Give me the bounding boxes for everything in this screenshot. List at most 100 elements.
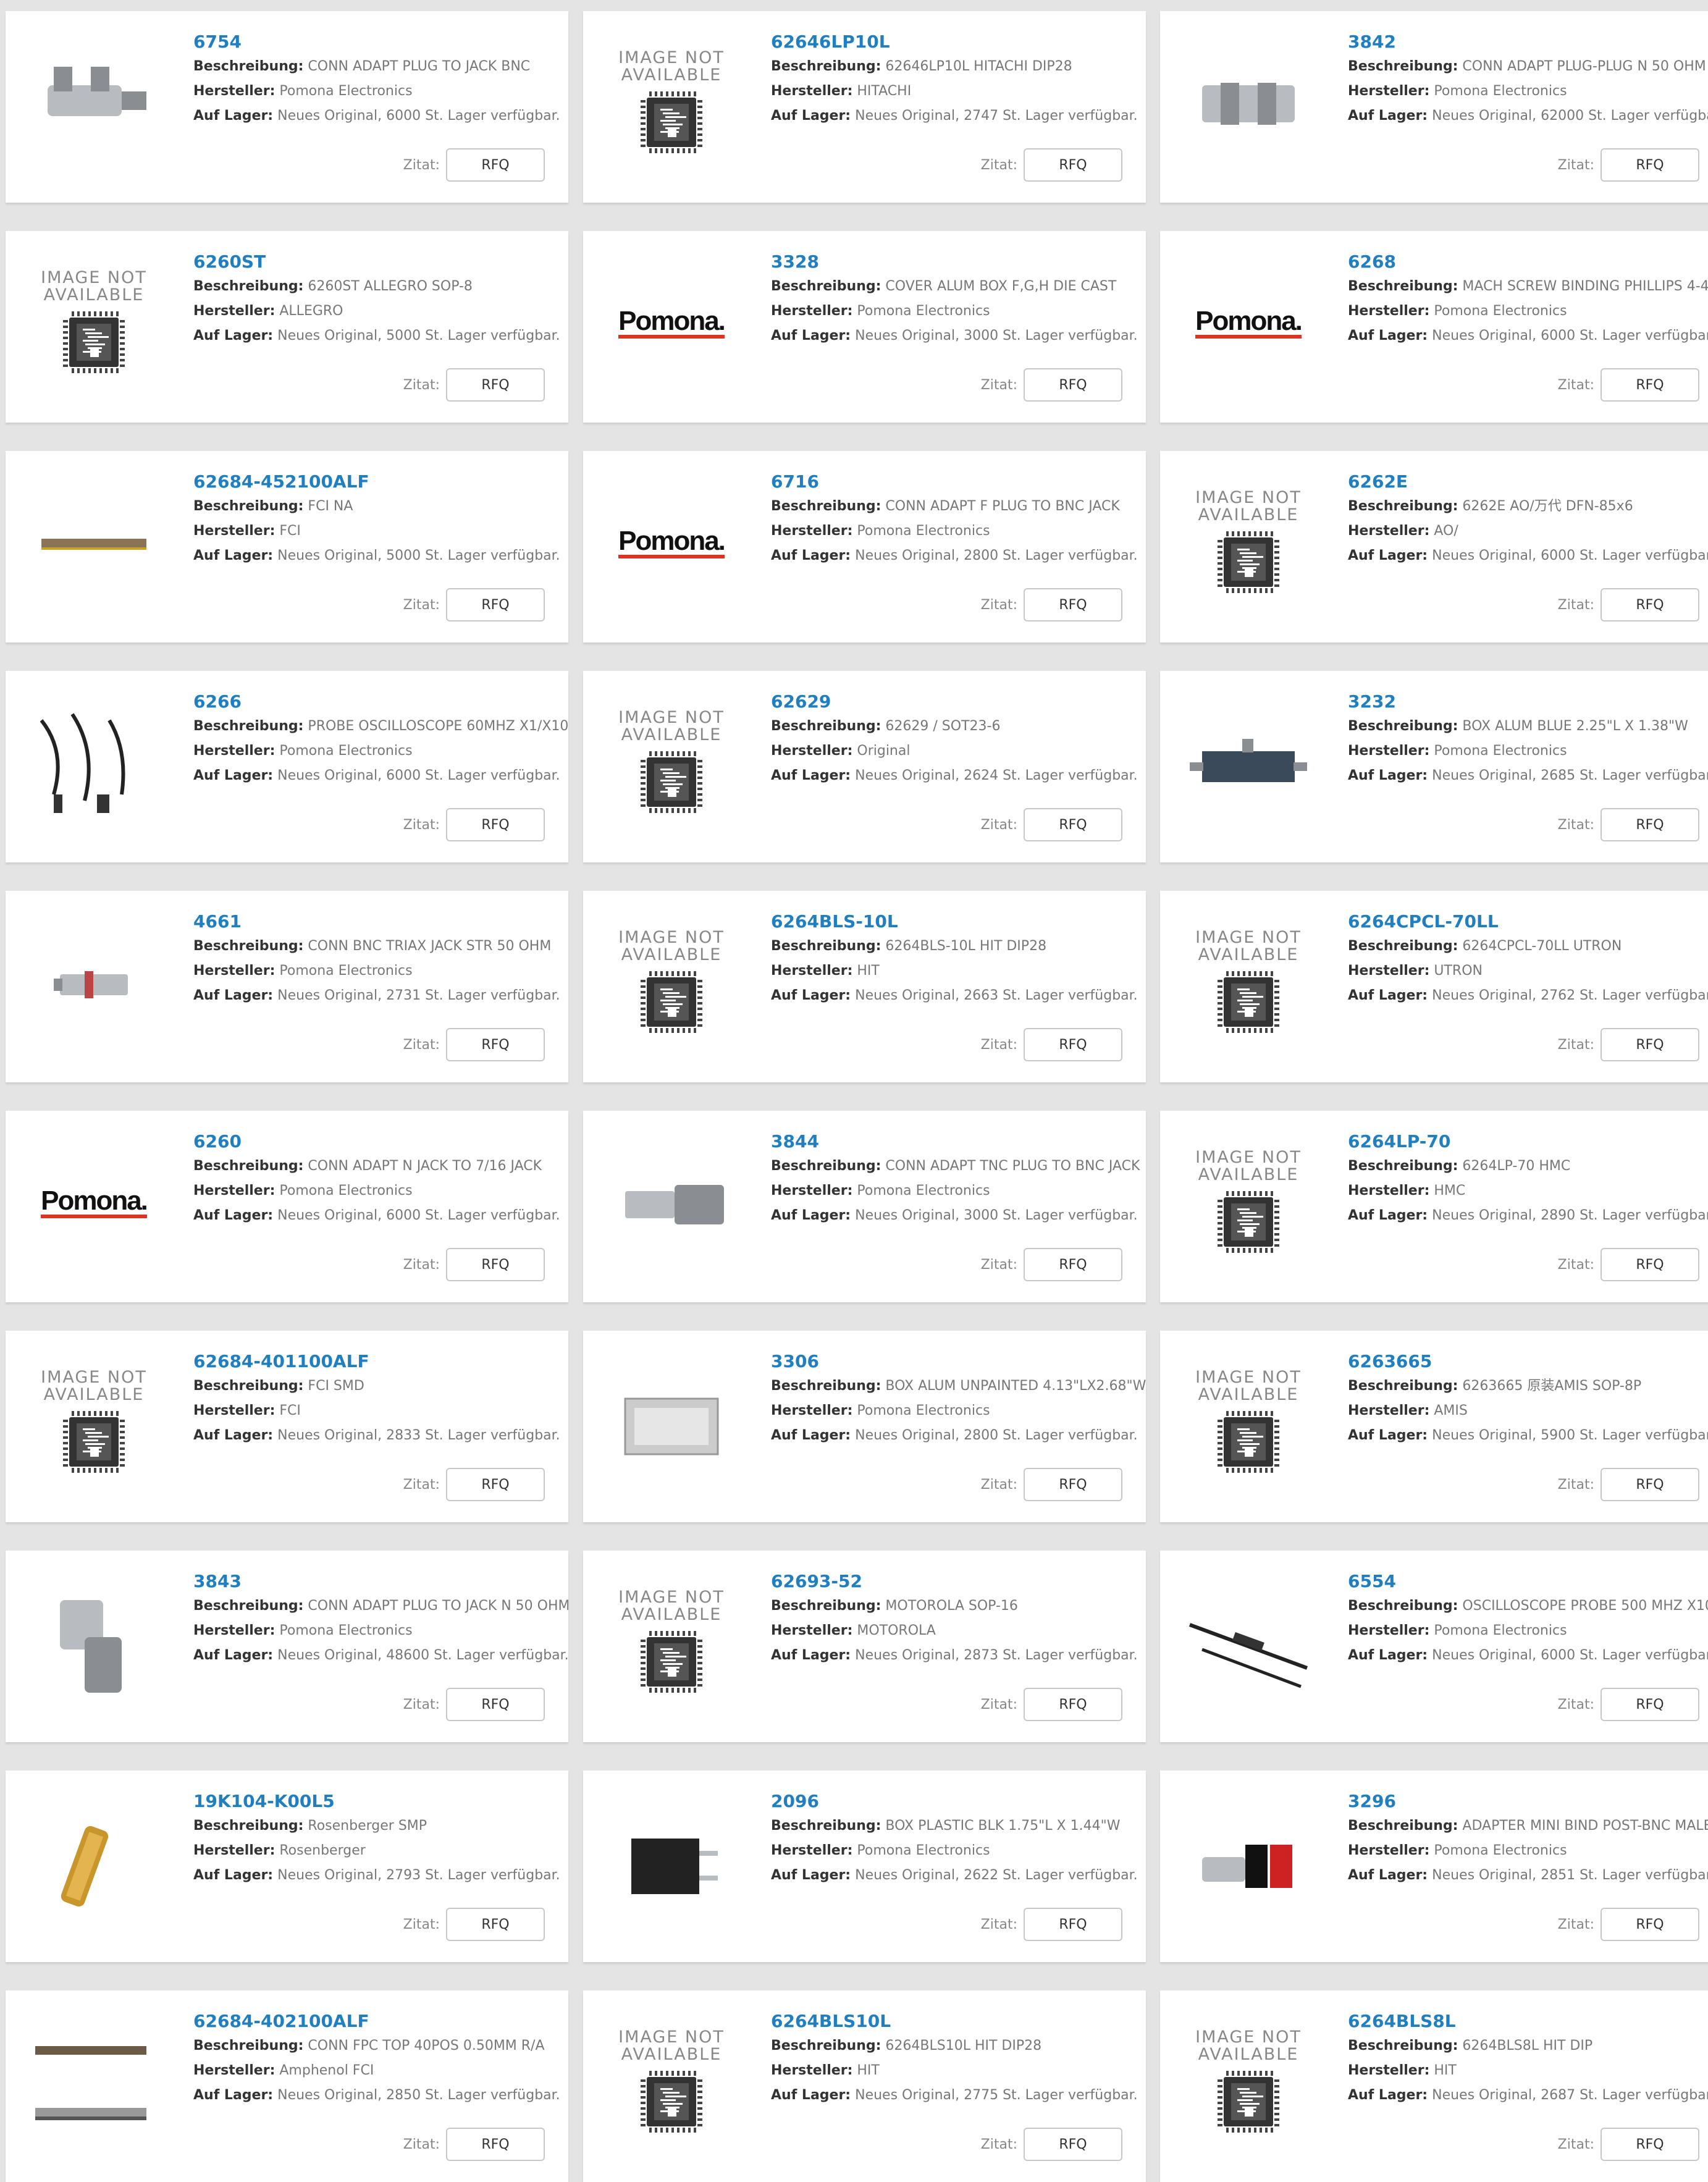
part-number-link[interactable]: 6264BLS10L bbox=[771, 2009, 1146, 2034]
part-number-link[interactable]: 3328 bbox=[771, 250, 1146, 274]
part-number-link[interactable]: 2096 bbox=[771, 1789, 1146, 1814]
part-number-link[interactable]: 6266 bbox=[193, 689, 568, 714]
part-number-link[interactable]: 6264BLS-10L bbox=[771, 909, 1146, 934]
rfq-button[interactable]: RFQ bbox=[1601, 1248, 1699, 1281]
part-number-link[interactable]: 6262E bbox=[1348, 470, 1708, 494]
product-image[interactable] bbox=[1184, 42, 1313, 166]
product-image[interactable]: Pomona. bbox=[29, 1142, 159, 1265]
part-number-link[interactable]: 6264BLS8L bbox=[1348, 2009, 1708, 2034]
rfq-button[interactable]: RFQ bbox=[1024, 368, 1122, 402]
part-number-link[interactable]: 3306 bbox=[771, 1349, 1146, 1374]
part-number-link[interactable]: 6554 bbox=[1348, 1569, 1708, 1594]
part-number-link[interactable]: 6260ST bbox=[193, 250, 568, 274]
rfq-button[interactable]: RFQ bbox=[446, 2128, 545, 2161]
part-number-link[interactable]: 3843 bbox=[193, 1569, 568, 1594]
product-image[interactable]: IMAGE NOT AVAILABLE bbox=[1184, 2021, 1313, 2145]
product-image[interactable] bbox=[1184, 1582, 1313, 1705]
rfq-button[interactable]: RFQ bbox=[1601, 1908, 1699, 1941]
rfq-button[interactable]: RFQ bbox=[1024, 588, 1122, 621]
part-number-link[interactable]: 6260 bbox=[193, 1129, 568, 1154]
part-number-link[interactable]: 62684-402100ALF bbox=[193, 2009, 568, 2034]
product-image[interactable]: IMAGE NOT AVAILABLE bbox=[1184, 1142, 1313, 1265]
rfq-button[interactable]: RFQ bbox=[1601, 588, 1699, 621]
part-number-link[interactable]: 62693-52 bbox=[771, 1569, 1146, 1594]
part-number-link[interactable]: 62629 bbox=[771, 689, 1146, 714]
rfq-button[interactable]: RFQ bbox=[446, 808, 545, 841]
part-number-link[interactable]: 6263665 bbox=[1348, 1349, 1708, 1374]
rfq-button[interactable]: RFQ bbox=[1601, 368, 1699, 402]
part-number-link[interactable]: 3296 bbox=[1348, 1789, 1708, 1814]
rfq-button[interactable]: RFQ bbox=[1601, 1688, 1699, 1721]
product-image[interactable] bbox=[607, 1142, 736, 1265]
product-image[interactable] bbox=[29, 922, 159, 1045]
rfq-button[interactable]: RFQ bbox=[1024, 1028, 1122, 1061]
rfq-button[interactable]: RFQ bbox=[446, 148, 545, 182]
product-image[interactable]: IMAGE NOT AVAILABLE bbox=[29, 1362, 159, 1485]
product-image[interactable]: IMAGE NOT AVAILABLE bbox=[607, 1582, 736, 1705]
rfq-button[interactable]: RFQ bbox=[1024, 1468, 1122, 1501]
product-image[interactable] bbox=[29, 1582, 159, 1705]
product-image[interactable]: IMAGE NOT AVAILABLE bbox=[607, 42, 736, 166]
rfq-button[interactable]: RFQ bbox=[1024, 2128, 1122, 2161]
rfq-button[interactable]: RFQ bbox=[446, 1028, 545, 1061]
rfq-button[interactable]: RFQ bbox=[1024, 1688, 1122, 1721]
stock-value: Neues Original, 2851 St. Lager verfügbar… bbox=[1432, 1868, 1708, 1883]
product-image[interactable]: IMAGE NOT AVAILABLE bbox=[1184, 482, 1313, 605]
part-number-link[interactable]: 4661 bbox=[193, 909, 568, 934]
product-image[interactable] bbox=[29, 702, 159, 825]
rfq-button[interactable]: RFQ bbox=[1601, 2128, 1699, 2161]
rfq-button[interactable]: RFQ bbox=[1024, 808, 1122, 841]
description-row: Beschreibung: 6264LP-70 HMC bbox=[1348, 1154, 1708, 1179]
rfq-button[interactable]: RFQ bbox=[1024, 1908, 1122, 1941]
product-image[interactable]: Pomona. bbox=[1184, 262, 1313, 385]
product-image[interactable] bbox=[607, 1801, 736, 1925]
product-image[interactable] bbox=[607, 1362, 736, 1485]
part-number-link[interactable]: 6264LP-70 bbox=[1348, 1129, 1708, 1154]
product-image[interactable]: IMAGE NOT AVAILABLE bbox=[29, 262, 159, 385]
part-number-link[interactable]: 62684-401100ALF bbox=[193, 1349, 568, 1374]
rfq-button[interactable]: RFQ bbox=[446, 368, 545, 402]
stock-label: Auf Lager: bbox=[1348, 108, 1428, 124]
product-image[interactable] bbox=[1184, 1801, 1313, 1925]
product-image[interactable]: IMAGE NOT AVAILABLE bbox=[1184, 922, 1313, 1045]
product-card-62684-402100alf: 62684-402100ALF Beschreibung: CONN FPC T… bbox=[6, 1990, 568, 2182]
product-image[interactable] bbox=[29, 1801, 159, 1925]
product-image[interactable]: Pomona. bbox=[607, 262, 736, 385]
part-number-link[interactable]: 3842 bbox=[1348, 30, 1708, 54]
product-card-6264lp-70: IMAGE NOT AVAILABLE 6264LP-70 Beschreibu… bbox=[1160, 1111, 1708, 1302]
rfq-button[interactable]: RFQ bbox=[446, 1908, 545, 1941]
part-number-link[interactable]: 62646LP10L bbox=[771, 30, 1146, 54]
rfq-button[interactable]: RFQ bbox=[446, 1688, 545, 1721]
product-image[interactable]: IMAGE NOT AVAILABLE bbox=[607, 922, 736, 1045]
rfq-button[interactable]: RFQ bbox=[1601, 148, 1699, 182]
product-image[interactable] bbox=[29, 482, 159, 605]
product-image[interactable]: Pomona. bbox=[607, 482, 736, 605]
product-image[interactable] bbox=[1184, 702, 1313, 825]
manufacturer-label: Hersteller: bbox=[1348, 303, 1430, 319]
na-line1: IMAGE NOT bbox=[1195, 1368, 1302, 1387]
part-number-link[interactable]: 6754 bbox=[193, 30, 568, 54]
product-image[interactable] bbox=[29, 2021, 159, 2145]
rfq-button[interactable]: RFQ bbox=[446, 1248, 545, 1281]
product-image[interactable]: IMAGE NOT AVAILABLE bbox=[1184, 1362, 1313, 1485]
rfq-button[interactable]: RFQ bbox=[1601, 1468, 1699, 1501]
rfq-button[interactable]: RFQ bbox=[446, 1468, 545, 1501]
na-line2: AVAILABLE bbox=[43, 285, 145, 305]
rfq-button[interactable]: RFQ bbox=[1601, 808, 1699, 841]
description-value: 6262E AO/万代 DFN-85x6 bbox=[1462, 499, 1633, 514]
part-number-link[interactable]: 6716 bbox=[771, 470, 1146, 494]
rfq-button[interactable]: RFQ bbox=[446, 588, 545, 621]
rfq-button[interactable]: RFQ bbox=[1024, 1248, 1122, 1281]
product-image[interactable] bbox=[29, 42, 159, 166]
part-number-link[interactable]: 62684-452100ALF bbox=[193, 470, 568, 494]
description-value: 62646LP10L HITACHI DIP28 bbox=[885, 59, 1072, 74]
part-number-link[interactable]: 3844 bbox=[771, 1129, 1146, 1154]
rfq-button[interactable]: RFQ bbox=[1601, 1028, 1699, 1061]
part-number-link[interactable]: 19K104-K00L5 bbox=[193, 1789, 568, 1814]
product-image[interactable]: IMAGE NOT AVAILABLE bbox=[607, 702, 736, 825]
part-number-link[interactable]: 3232 bbox=[1348, 689, 1708, 714]
product-image[interactable]: IMAGE NOT AVAILABLE bbox=[607, 2021, 736, 2145]
part-number-link[interactable]: 6264CPCL-70LL bbox=[1348, 909, 1708, 934]
part-number-link[interactable]: 6268 bbox=[1348, 250, 1708, 274]
rfq-button[interactable]: RFQ bbox=[1024, 148, 1122, 182]
